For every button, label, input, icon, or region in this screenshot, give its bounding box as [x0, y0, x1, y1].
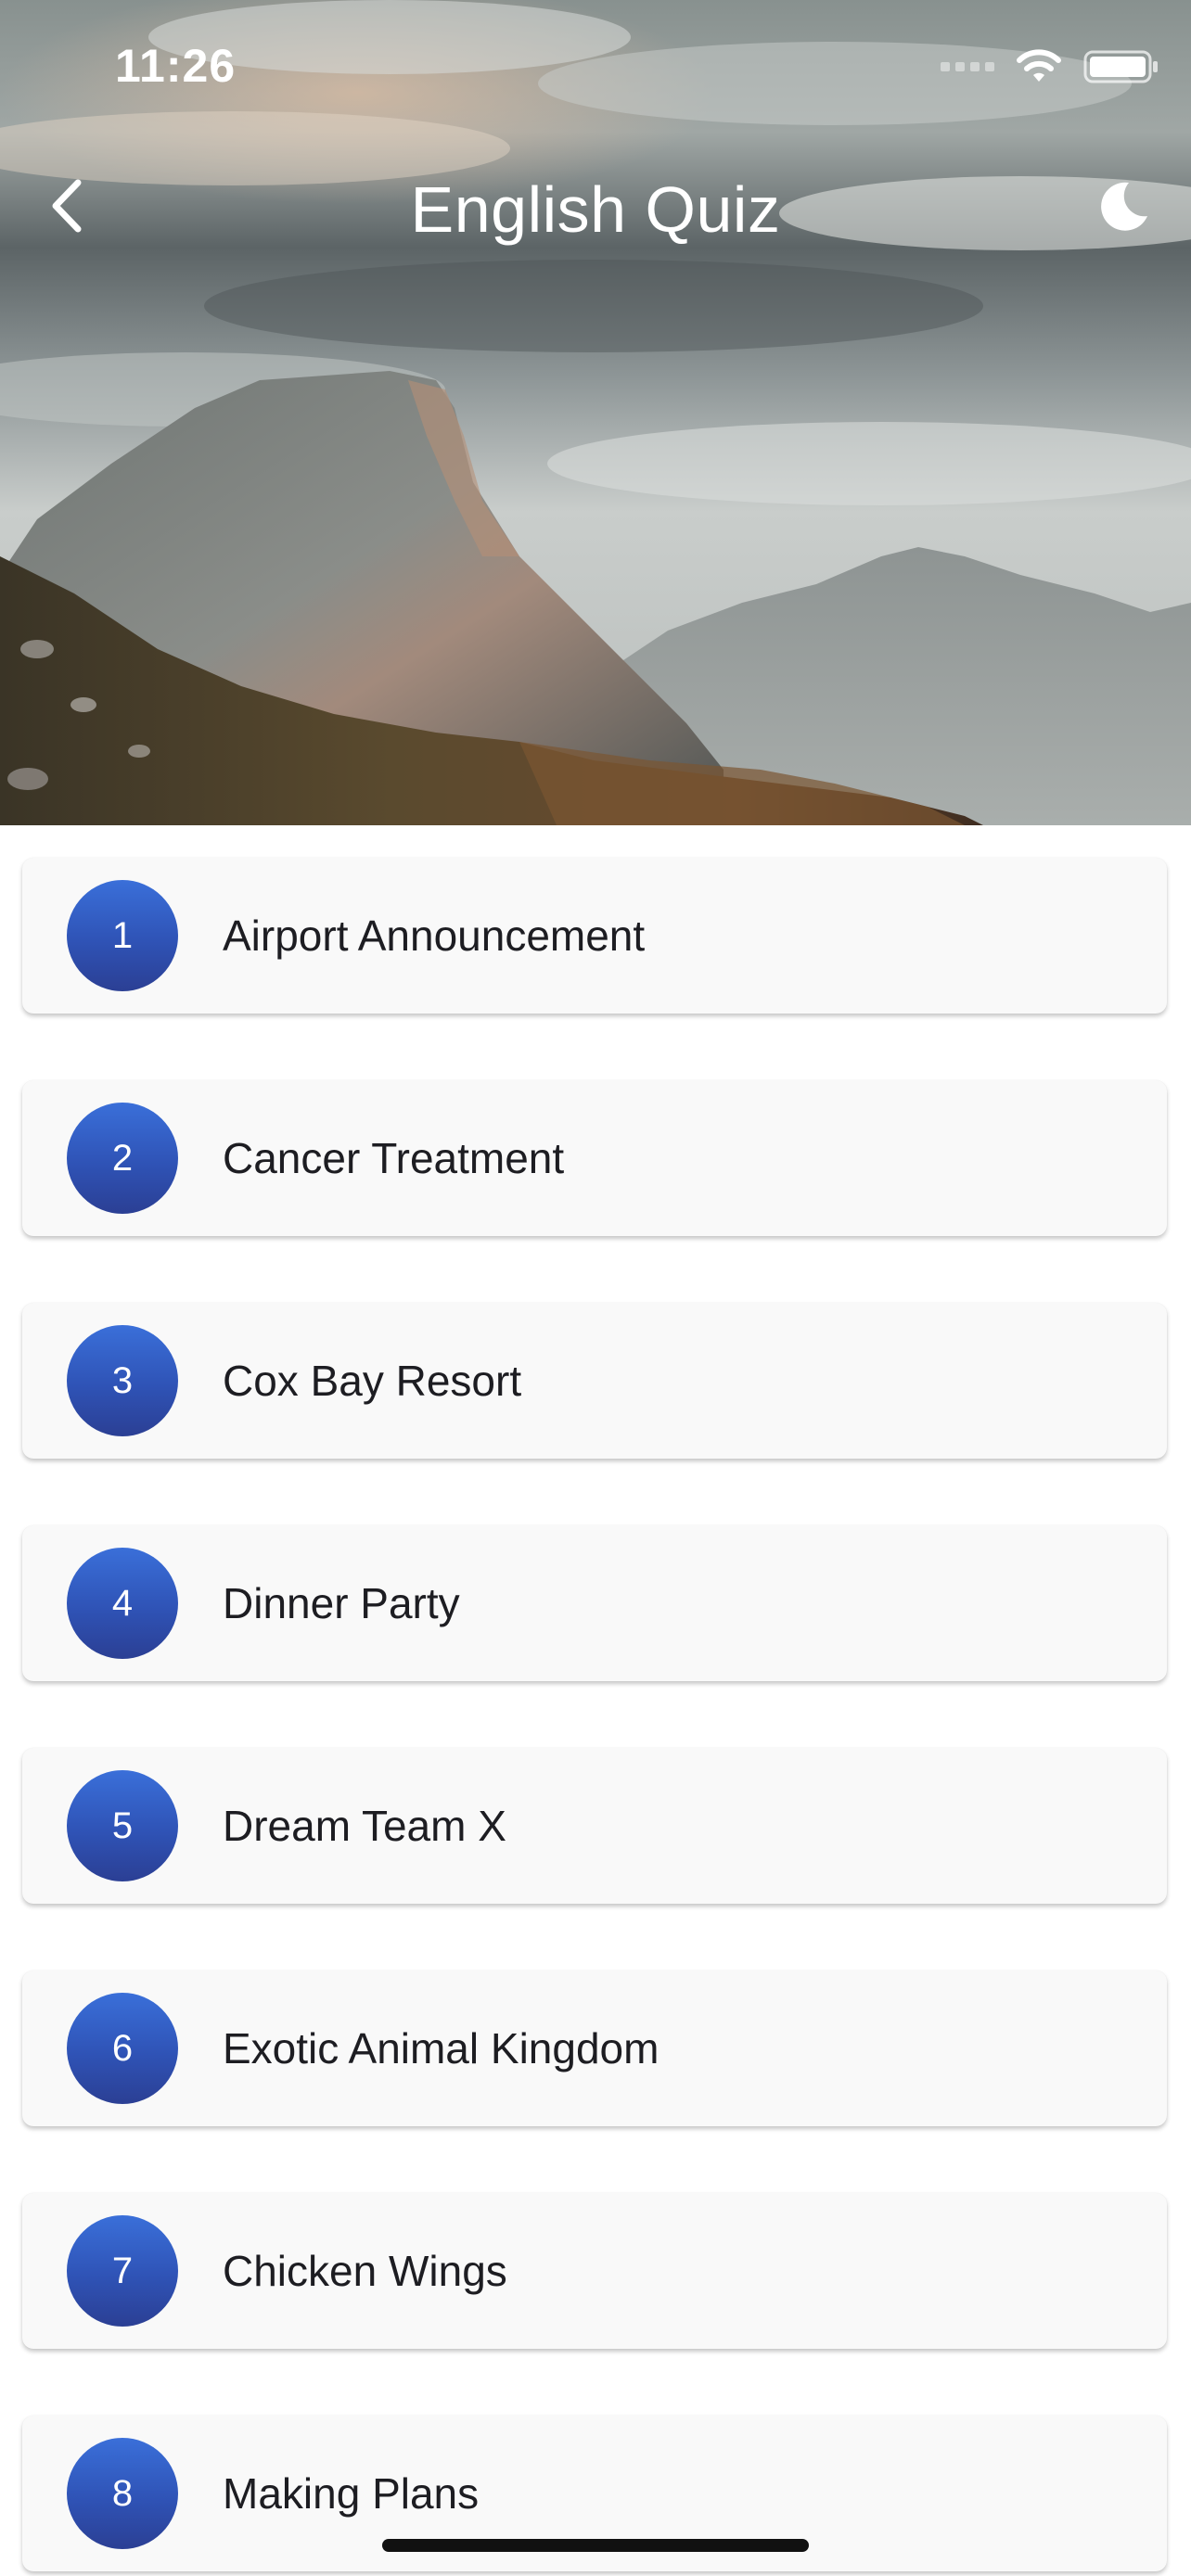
quiz-number-badge: 4: [67, 1548, 178, 1659]
quiz-title: Cox Bay Resort: [223, 1357, 522, 1405]
header-banner: 11:26 English Quiz: [0, 0, 1191, 825]
quiz-number-badge: 1: [67, 880, 178, 991]
dark-mode-toggle[interactable]: [1093, 176, 1154, 237]
quiz-title: Exotic Animal Kingdom: [223, 2024, 660, 2072]
quiz-title: Making Plans: [223, 2469, 480, 2518]
status-time: 11:26: [115, 40, 237, 92]
quiz-list-item[interactable]: 5 Dream Team X: [22, 1748, 1167, 1904]
battery-icon: [1083, 50, 1158, 83]
quiz-number-badge: 2: [67, 1103, 178, 1214]
status-icons: [941, 43, 1159, 91]
page-title: English Quiz: [410, 173, 781, 246]
quiz-list-item[interactable]: 7 Chicken Wings: [22, 2193, 1167, 2349]
quiz-number-badge: 8: [67, 2438, 178, 2549]
quiz-number-badge: 6: [67, 1993, 178, 2104]
quiz-number-badge: 3: [67, 1325, 178, 1436]
quiz-list-item[interactable]: 6 Exotic Animal Kingdom: [22, 1970, 1167, 2126]
wifi-icon: [1017, 49, 1061, 82]
quiz-title: Dream Team X: [223, 1802, 506, 1850]
mountain-landscape-image: [0, 0, 1191, 825]
quiz-title: Chicken Wings: [223, 2247, 507, 2295]
quiz-title: Airport Announcement: [223, 912, 646, 960]
quiz-list-item[interactable]: 3 Cox Bay Resort: [22, 1303, 1167, 1459]
quiz-list-item[interactable]: 4 Dinner Party: [22, 1525, 1167, 1681]
quiz-list-item[interactable]: 1 Airport Announcement: [22, 858, 1167, 1014]
quiz-title: Dinner Party: [223, 1579, 460, 1627]
quiz-number-badge: 7: [67, 2215, 178, 2327]
cellular-signal-icon: [941, 62, 994, 71]
moon-icon: [1101, 182, 1147, 231]
quiz-number-badge: 5: [67, 1770, 178, 1881]
quiz-title: Cancer Treatment: [223, 1134, 565, 1182]
quiz-list-item[interactable]: 2 Cancer Treatment: [22, 1080, 1167, 1236]
home-indicator[interactable]: [382, 2539, 809, 2552]
